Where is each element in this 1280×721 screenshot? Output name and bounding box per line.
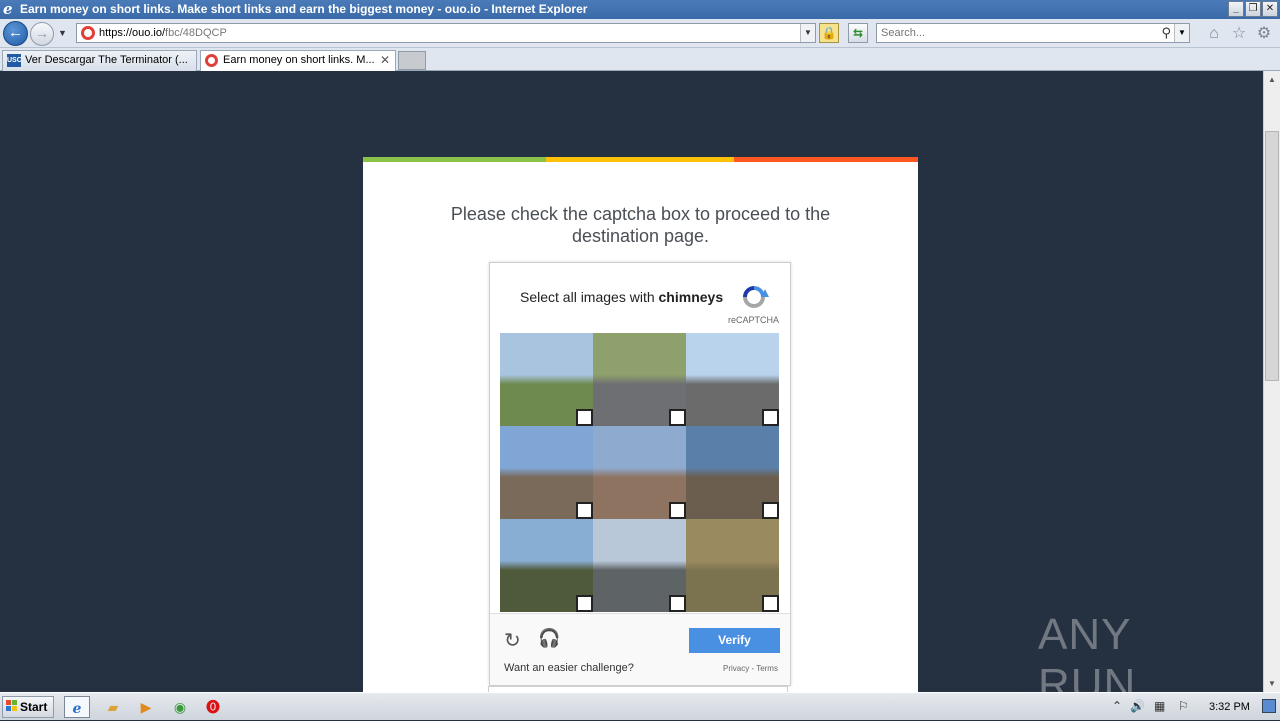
taskbar: Start e ▰ ▶ ◉ ⓿ ⌃ 🔊 ▦ ⚐ 3:32 PM bbox=[0, 692, 1280, 720]
captcha-prompt: Select all images with chimneys bbox=[520, 289, 724, 305]
close-tab-icon[interactable]: ✕ bbox=[380, 51, 390, 70]
recaptcha-brand: reCAPTCHA bbox=[728, 315, 780, 325]
tile-checkbox[interactable] bbox=[576, 409, 593, 426]
search-dropdown-icon[interactable]: ▼ bbox=[1174, 24, 1189, 42]
internet-explorer-icon: e bbox=[3, 0, 13, 18]
progress-bar-green bbox=[363, 157, 546, 162]
ouo-icon bbox=[205, 54, 218, 67]
tile-checkbox[interactable] bbox=[576, 502, 593, 519]
minimize-button[interactable]: _ bbox=[1228, 1, 1244, 17]
headphones-icon[interactable]: 🎧 bbox=[538, 628, 560, 649]
close-window-button[interactable]: ✕ bbox=[1262, 1, 1278, 17]
easier-challenge-link[interactable]: Want an easier challenge? bbox=[504, 662, 634, 674]
tab-bar: USC Ver Descargar The Terminator (... Ea… bbox=[0, 48, 1280, 71]
taskbar-media-player-icon[interactable]: ▶ bbox=[133, 696, 159, 718]
tile-checkbox[interactable] bbox=[762, 595, 779, 612]
address-dropdown-icon[interactable]: ▼ bbox=[800, 24, 815, 42]
window-title: Earn money on short links. Make short li… bbox=[20, 2, 588, 16]
settings-gear-icon[interactable]: ⚙ bbox=[1255, 25, 1273, 43]
history-dropdown-icon[interactable]: ▼ bbox=[58, 28, 68, 38]
tile-checkbox[interactable] bbox=[669, 409, 686, 426]
tile-checkbox[interactable] bbox=[669, 502, 686, 519]
url-text[interactable]: https://ouo.io/fbc/48DQCP bbox=[99, 24, 227, 42]
street-palms-tile[interactable] bbox=[686, 333, 779, 426]
action-center-flag-icon[interactable]: ⚐ bbox=[1178, 699, 1189, 713]
vertical-scrollbar[interactable]: ▲ ▼ bbox=[1263, 71, 1280, 692]
search-box[interactable]: ⚲ ▼ bbox=[876, 23, 1190, 43]
window-title-bar: e Earn money on short links. Make short … bbox=[0, 0, 1280, 19]
back-button[interactable]: ← bbox=[3, 21, 28, 46]
navigation-bar: ← → ▼ https://ouo.io/fbc/48DQCP ▼ 🔒 ⇆ ⚲ … bbox=[0, 19, 1280, 48]
page-heading: Please check the captcha box to proceed … bbox=[450, 204, 831, 246]
tab-label: Earn money on short links. M... bbox=[223, 54, 375, 66]
network-icon[interactable]: ▦ bbox=[1154, 699, 1165, 713]
captcha-image-grid bbox=[500, 333, 780, 613]
new-tab-button[interactable] bbox=[398, 51, 426, 70]
window-controls: _ ❐ ✕ bbox=[1228, 1, 1278, 17]
captcha-target-word: chimneys bbox=[658, 289, 724, 305]
tab-terminator[interactable]: USC Ver Descargar The Terminator (... bbox=[2, 50, 197, 71]
refresh-button[interactable]: ⇆ bbox=[848, 23, 868, 43]
privacy-terms-link[interactable]: Privacy - Terms bbox=[723, 664, 778, 673]
recaptcha-challenge: Select all images with chimneys reCAPTCH… bbox=[489, 262, 791, 686]
restore-button[interactable]: ❐ bbox=[1245, 1, 1261, 17]
search-input[interactable] bbox=[877, 24, 1147, 42]
road-motorbike-tile[interactable] bbox=[593, 333, 686, 426]
yard-car-tile[interactable] bbox=[686, 519, 779, 612]
usc-icon: USC bbox=[7, 54, 22, 67]
taskbar-chrome-icon[interactable]: ◉ bbox=[167, 696, 193, 718]
address-bar[interactable]: https://ouo.io/fbc/48DQCP ▼ bbox=[76, 23, 816, 43]
start-button[interactable]: Start bbox=[2, 696, 54, 718]
forward-button[interactable]: → bbox=[30, 22, 54, 46]
anyrun-watermark: ANY RUN bbox=[1038, 610, 1137, 709]
clock[interactable]: 3:32 PM bbox=[1209, 693, 1250, 721]
clouds-house-tile[interactable] bbox=[500, 426, 593, 519]
brick-house-tile[interactable] bbox=[593, 426, 686, 519]
ouo-favicon-icon bbox=[81, 26, 95, 40]
tab-label: Ver Descargar The Terminator (... bbox=[25, 54, 188, 66]
tab-ouo[interactable]: Earn money on short links. M... ✕ bbox=[200, 50, 396, 71]
captcha-footer: ↻ 🎧 Verify Want an easier challenge? Pri… bbox=[490, 613, 790, 685]
recaptcha-logo-icon bbox=[743, 286, 769, 308]
tile-checkbox[interactable] bbox=[576, 595, 593, 612]
verify-button[interactable]: Verify bbox=[689, 628, 780, 653]
scroll-up-icon[interactable]: ▲ bbox=[1264, 71, 1280, 88]
favorites-star-icon[interactable]: ☆ bbox=[1230, 25, 1248, 43]
freeway-traffic-tile[interactable] bbox=[593, 519, 686, 612]
reload-icon[interactable]: ↻ bbox=[504, 628, 521, 653]
progress-bar-yellow bbox=[546, 157, 734, 162]
tile-checkbox[interactable] bbox=[762, 409, 779, 426]
captcha-header: Select all images with chimneys reCAPTCH… bbox=[500, 273, 780, 333]
tile-checkbox[interactable] bbox=[762, 502, 779, 519]
home-icon[interactable]: ⌂ bbox=[1205, 25, 1223, 43]
palm-trees-tile[interactable] bbox=[500, 519, 593, 612]
volume-icon[interactable]: 🔊 bbox=[1130, 699, 1145, 713]
highway-sign-tile[interactable] bbox=[500, 333, 593, 426]
tray-arrow-icon[interactable]: ⌃ bbox=[1112, 699, 1122, 713]
progress-bar-orange bbox=[734, 157, 918, 162]
show-desktop-icon[interactable] bbox=[1262, 699, 1276, 713]
windows-flag-icon bbox=[6, 700, 17, 711]
taskbar-explorer-icon[interactable]: ▰ bbox=[100, 696, 126, 718]
tile-checkbox[interactable] bbox=[669, 595, 686, 612]
search-icon[interactable]: ⚲ bbox=[1161, 25, 1171, 41]
scroll-down-icon[interactable]: ▼ bbox=[1264, 675, 1280, 692]
lock-icon[interactable]: 🔒 bbox=[819, 23, 839, 43]
taskbar-ie-icon[interactable]: e bbox=[64, 696, 90, 718]
taskbar-opera-icon[interactable]: ⓿ bbox=[200, 696, 226, 718]
scroll-thumb[interactable] bbox=[1265, 131, 1279, 381]
roof-tile[interactable] bbox=[686, 426, 779, 519]
